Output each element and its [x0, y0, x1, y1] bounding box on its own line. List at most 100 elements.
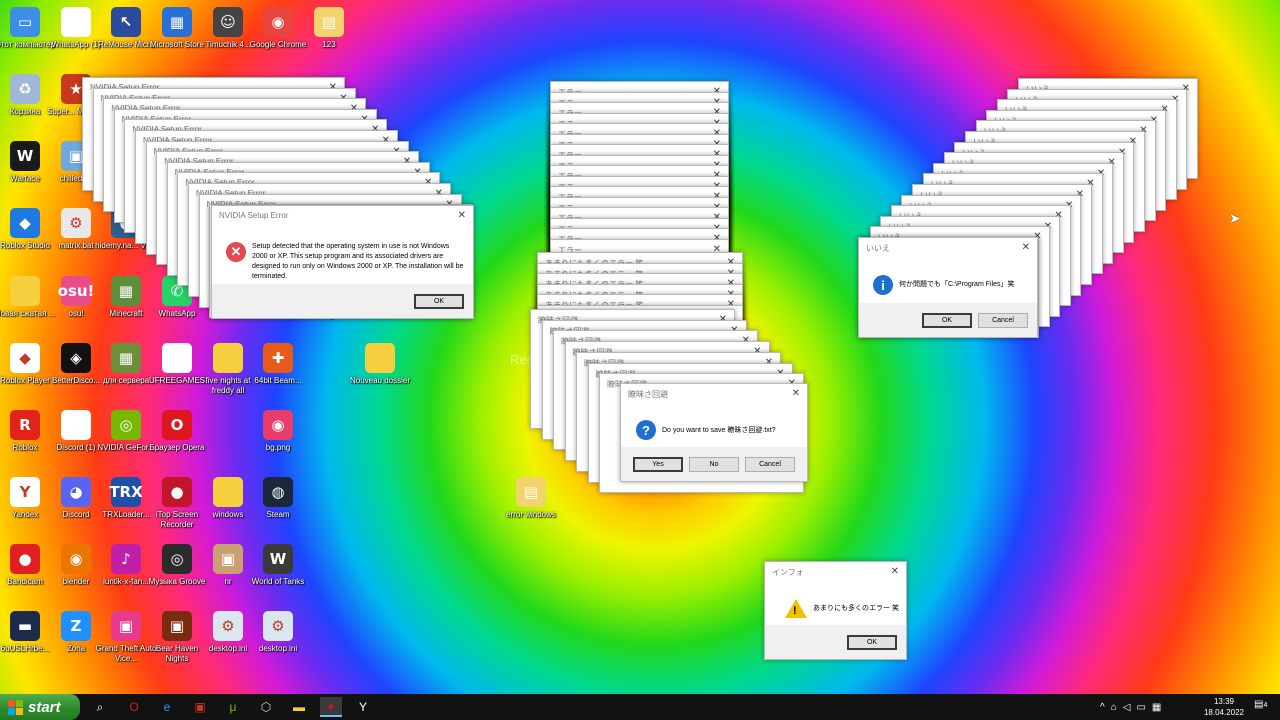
notification-count: 4 [1263, 702, 1268, 709]
beam-icon: ✚ [263, 343, 293, 373]
nvidia-dialog-message: Setup detected that the operating system… [252, 243, 464, 280]
video-thumbnail-icon: ☺ [213, 7, 243, 37]
computer-icon: ▭ [10, 7, 40, 37]
start-label: start [28, 698, 61, 716]
clock[interactable]: 13:39 18.04.2022 [1196, 696, 1252, 718]
osu-icon: osu! [58, 276, 94, 306]
yes-button[interactable]: Yes [633, 456, 683, 472]
image-file-icon: ◉ [263, 410, 293, 440]
image-file-icon: ▣ [213, 544, 243, 574]
zip-folder-icon: ▤ [314, 7, 344, 37]
file-explorer-icon[interactable]: ▬ [288, 697, 310, 717]
yandex-icon[interactable]: Y [352, 697, 374, 717]
clock-time: 13:39 [1213, 697, 1235, 706]
betterdiscord-icon: ◈ [61, 343, 91, 373]
no-button[interactable]: No [689, 456, 739, 472]
warning-dialog-titlebar[interactable]: インフォ ✕ [765, 562, 906, 583]
desktop-icon[interactable]: ▤ 123 [298, 5, 360, 50]
network-icon[interactable]: ⌂ [1111, 702, 1117, 713]
nvidia-dialog-titlebar[interactable]: NVIDIA Setup Error ✕ [212, 206, 473, 227]
search-icon[interactable]: ⌕ [89, 697, 111, 717]
minecraft-server-icon: ▦ [111, 343, 141, 373]
roblox-studio-icon: ◆ [10, 208, 40, 238]
luntik-icon: ♪ [111, 544, 141, 574]
desktop-icon-label: Nouveau dossier [349, 376, 411, 385]
blender-icon: ◉ [61, 544, 91, 574]
bear-haven-icon: ▣ [162, 611, 192, 641]
save-dialog-message: Do you want to save 瞭昧さ回避.txt? [662, 427, 776, 434]
gta-vice-city-icon: ▣ [111, 611, 141, 641]
folder-icon [365, 343, 395, 373]
start-button[interactable]: start [0, 694, 80, 720]
save-dialog[interactable]: 瞭昧さ回避 ✕ ? Do you want to save 瞭昧さ回避.txt?… [620, 383, 808, 482]
desktop-icon[interactable]: ✚ 64bit Beam... [247, 341, 309, 386]
battery-icon[interactable]: ▭ [1136, 702, 1145, 713]
info-warning-dialog[interactable]: インフォ ✕ ! あまりにも多くのエラー 笑 OK [764, 561, 907, 660]
close-icon[interactable]: ✕ [891, 566, 899, 577]
desktop-icon[interactable]: W World of Tanks [247, 542, 309, 587]
opera-icon[interactable]: O [123, 697, 145, 717]
cancel-button[interactable]: Cancel [745, 456, 795, 472]
image-file-icon: ▬ [10, 611, 40, 641]
edge-icon[interactable]: e [156, 697, 178, 717]
folder-icon [213, 343, 243, 373]
settings-file-icon: ⚙ [213, 611, 243, 641]
speaker-icon[interactable]: ◁ [1123, 702, 1131, 713]
cancel-button[interactable]: Cancel [978, 312, 1028, 328]
roblox-icon: ◆ [10, 343, 40, 373]
keyboard-icon[interactable]: ▦ [1152, 702, 1161, 713]
desktop-icon-label: 123 [322, 40, 336, 49]
desktop-icon[interactable]: ◍ Steam [247, 475, 309, 520]
settings-file-icon: ⚙ [263, 611, 293, 641]
desktop-icon-label: desktop.ini [258, 644, 298, 653]
store-icon: ▦ [162, 7, 192, 37]
file-icon [162, 343, 192, 373]
program-files-dialog[interactable]: いいえ ✕ i 何か問題でも「C:\Program Files」笑 OK Can… [858, 237, 1038, 338]
desktop-icon-label: Браузер Opera [149, 443, 205, 452]
program-files-dialog-titlebar[interactable]: いいえ ✕ [859, 238, 1037, 259]
nvidia-icon: ◎ [111, 410, 141, 440]
warface-icon: W [10, 141, 40, 171]
3d-viewer-icon[interactable]: ⬡ [255, 697, 277, 717]
desktop-icon[interactable]: O Браузер Opera [146, 408, 208, 453]
close-icon[interactable]: ✕ [458, 210, 466, 221]
ok-button[interactable]: OK [414, 293, 464, 309]
close-icon[interactable]: ✕ [792, 388, 800, 399]
windows-flag-icon [8, 699, 23, 715]
desktop-icon[interactable]: ⚙ desktop.ini [247, 609, 309, 654]
desktop-icon-label: bg.png [265, 443, 291, 452]
desktop-icon[interactable]: ▤ error windows [500, 475, 562, 520]
question-icon: ? [636, 420, 656, 440]
minecraft-icon: ▦ [111, 276, 141, 306]
chrome-icon: ◉ [263, 7, 293, 37]
save-dialog-titlebar[interactable]: 瞭昧さ回避 ✕ [621, 384, 807, 405]
torrent-icon[interactable]: μ [222, 697, 244, 717]
desktop: ▭ Этот компьютер WhatsApp (1) ↖ ReMouse Micr… [0, 0, 1280, 694]
ok-button[interactable]: OK [922, 312, 972, 328]
close-icon[interactable]: ✕ [1022, 242, 1030, 253]
zona-icon: Z [61, 611, 91, 641]
steam-icon: ◍ [263, 477, 293, 507]
nvidia-dialog-footer: OK [212, 284, 473, 318]
discord-icon: ◕ [61, 477, 91, 507]
roblox-logo-icon: R [10, 410, 40, 440]
notifications-button[interactable]: ▤4 [1254, 699, 1267, 710]
chevron-up-icon[interactable]: ^ [1100, 702, 1105, 713]
desktop-icon[interactable]: ◉ bg.png [247, 408, 309, 453]
program-files-dialog-title: いいえ [866, 244, 890, 253]
game-icon[interactable]: ▣ [189, 697, 211, 717]
nvidia-error-dialog[interactable]: NVIDIA Setup Error ✕ ✕ Setup detected th… [211, 205, 474, 319]
recycle-bin-icon: ♻ [10, 74, 40, 104]
system-tray: ^ ⌂ ◁ ▭ ▦ [1100, 694, 1161, 720]
file-icon [61, 7, 91, 37]
warning-dialog-message: あまりにも多くのエラー 笑 [813, 605, 899, 612]
desktop-icon[interactable]: Nouveau dossier [349, 341, 411, 386]
itop-recorder-icon[interactable]: ● [320, 697, 342, 717]
groove-music-icon: ◎ [162, 544, 192, 574]
desktop-icon-label: World of Tanks [251, 577, 305, 586]
ok-button[interactable]: OK [847, 634, 897, 650]
clock-date: 18.04.2022 [1203, 708, 1245, 717]
zip-folder-icon: ▤ [516, 477, 546, 507]
yandex-icon: Y [10, 477, 40, 507]
trx-loader-icon: TRX [109, 477, 143, 507]
